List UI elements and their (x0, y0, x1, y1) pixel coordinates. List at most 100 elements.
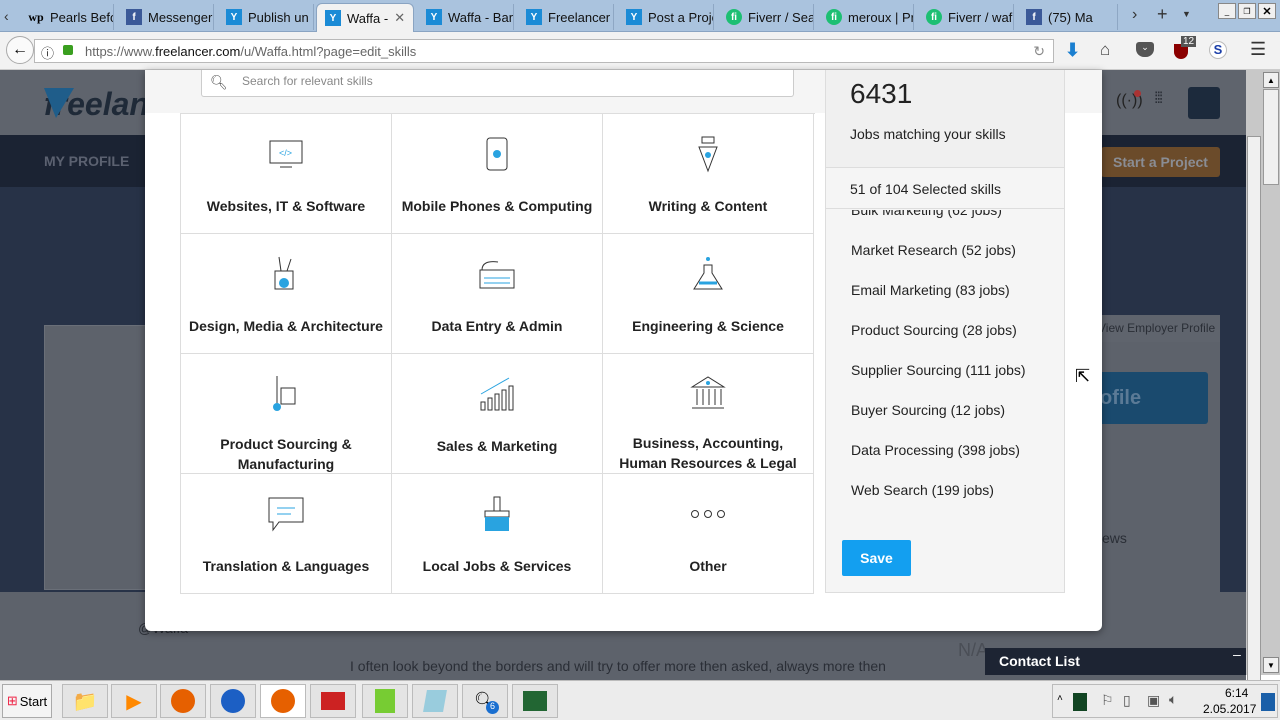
selected-skill-item[interactable]: Web Search (199 jobs) (851, 482, 994, 498)
browser-tab[interactable]: Y Post a Proje (618, 4, 714, 30)
category-tile[interactable]: Translation & Languages (181, 474, 392, 594)
freelancer-favicon-icon: Y (325, 10, 341, 26)
freelancer-favicon-icon: Y (226, 9, 242, 25)
selected-skill-item[interactable]: Email Marketing (83 jobs) (851, 282, 1010, 298)
selected-skill-item[interactable]: Market Research (52 jobs) (851, 242, 1016, 258)
tray-expand-icon[interactable]: ˄ (1057, 693, 1063, 704)
download-icon[interactable]: ⬇ (1065, 40, 1080, 61)
selected-skills-list[interactable]: Bulk Marketing (62 jobs) Market Research … (826, 210, 1064, 510)
page-scrollbar-thumb[interactable] (1247, 136, 1261, 702)
category-tile[interactable]: Mobile Phones & Computing (392, 114, 603, 234)
contact-list-bar[interactable]: Contact List – (985, 646, 1246, 675)
category-label: Other (689, 558, 727, 574)
volume-icon[interactable]: 🔈︎ (1169, 691, 1177, 708)
pocket-icon[interactable]: ⌄ (1136, 42, 1154, 57)
apps-grid-icon[interactable]: ⁞⁞⁞ (1154, 90, 1163, 108)
freelancer-favicon-icon: Y (626, 9, 642, 25)
taskbar-search-tool[interactable]: 🔍︎ 6 (462, 684, 508, 718)
browser-tab[interactable]: f (75) Ma (1018, 4, 1118, 30)
tab-list-button[interactable]: ▼ (1182, 9, 1191, 19)
info-icon[interactable]: ⓘ (41, 43, 54, 62)
user-avatar[interactable] (1188, 87, 1220, 119)
scroll-up-button[interactable]: ▲ (1263, 72, 1279, 88)
browser-tab[interactable]: Y Freelancer (518, 4, 614, 30)
close-tab-icon[interactable]: ✕ (394, 10, 405, 26)
view-employer-profile-button[interactable]: View Employer Profile (1090, 315, 1220, 342)
start-label: Start (19, 693, 48, 709)
browser-tab[interactable]: Y Publish un (218, 4, 314, 30)
home-icon[interactable]: ⌂ (1100, 40, 1110, 60)
taskbar-firefox[interactable] (160, 684, 206, 718)
f-favicon-icon: f (1026, 9, 1042, 25)
browser-tab[interactable]: Y Waffa - ✕ (316, 3, 414, 32)
close-window-button[interactable]: ✕ (1258, 3, 1276, 19)
tabs-scroll-left[interactable]: ‹ (4, 8, 9, 24)
scroll-down-button[interactable]: ▼ (1263, 657, 1279, 673)
category-tile[interactable]: Engineering & Science (603, 234, 814, 354)
outer-scrollbar-thumb[interactable] (1263, 89, 1279, 185)
browser-tab[interactable]: fi Fiverr / waf (918, 4, 1014, 30)
reload-icon[interactable]: ↻ (1033, 43, 1045, 60)
selected-skill-item[interactable]: Supplier Sourcing (111 jobs) (851, 362, 1026, 378)
category-tile[interactable]: Design, Media & Architecture (181, 234, 392, 354)
firefox-icon (271, 689, 295, 713)
taskbar-media-player[interactable]: ▶ (111, 684, 157, 718)
browser-tab[interactable]: f Messenger (118, 4, 214, 30)
category-tile[interactable]: Writing & Content (603, 114, 814, 234)
selected-skill-item[interactable]: Product Sourcing (28 jobs) (851, 322, 1017, 338)
edit-profile-button[interactable]: ofile (1090, 372, 1208, 424)
category-tile[interactable]: Product Sourcing & Manufacturing (181, 354, 392, 474)
show-desktop-button[interactable] (1261, 693, 1275, 711)
selected-skill-item[interactable]: Bulk Marketing (62 jobs) (851, 210, 1002, 218)
back-button[interactable]: ← (6, 36, 34, 64)
category-label: Sales & Marketing (436, 438, 558, 454)
start-project-button[interactable]: Start a Project (1101, 147, 1220, 177)
nav-my-profile[interactable]: MY PROFILE (44, 153, 129, 169)
speech-bubble-icon (267, 494, 305, 534)
clock-date[interactable]: 2.05.2017 (1203, 702, 1256, 716)
tabs-scroll-right[interactable]: › (1132, 6, 1137, 24)
category-tile[interactable]: Sales & Marketing (392, 354, 603, 474)
browser-tab[interactable]: fi Fiverr / Sea (718, 4, 814, 30)
browser-tab[interactable]: wp Pearls Befo (20, 4, 114, 30)
taskbar-notepad[interactable] (412, 684, 458, 718)
browser-tab[interactable]: fi meroux | Pr (818, 4, 914, 30)
taskbar-firefox-active[interactable] (260, 684, 306, 718)
globe-icon (221, 689, 245, 713)
category-tile[interactable]: Business, Accounting, Human Resources & … (603, 354, 814, 474)
category-tile[interactable]: Other (603, 474, 814, 594)
category-tile[interactable]: Data Entry & Admin (392, 234, 603, 354)
url-bar[interactable]: ⓘ https://www. freelancer.com/u/Waffa.htm… (34, 39, 1054, 63)
page-scrollbar[interactable] (1246, 70, 1262, 702)
start-button[interactable]: ⊞ Start (2, 684, 52, 718)
restore-button[interactable]: ❐ (1238, 3, 1256, 19)
url-prefix: https://www. (85, 43, 156, 59)
browser-tab[interactable]: Y Waffa - Bar (418, 4, 514, 30)
taskbar-monitor[interactable] (512, 684, 558, 718)
network-icon[interactable]: ▣ (1147, 692, 1160, 709)
bio-text: I often look beyond the borders and will… (350, 658, 886, 674)
category-tile[interactable]: Local Jobs & Services (392, 474, 603, 594)
taskbar-explorer[interactable]: 📁 (62, 684, 108, 718)
minimize-button[interactable]: _ (1218, 3, 1236, 19)
category-label: Data Entry & Admin (431, 318, 563, 334)
save-button[interactable]: Save (842, 540, 911, 576)
tray-app-icon[interactable] (1073, 693, 1087, 711)
clock-time[interactable]: 6:14 (1225, 686, 1248, 700)
menu-icon[interactable]: ☰ (1250, 39, 1266, 60)
new-tab-button[interactable]: + (1157, 4, 1168, 25)
skype-icon[interactable]: S (1209, 41, 1227, 59)
taskbar-toolbox[interactable] (310, 684, 356, 718)
selected-skill-item[interactable]: Data Processing (398 jobs) (851, 442, 1020, 458)
flag-icon[interactable]: ⚐ (1101, 692, 1114, 709)
usb-icon[interactable]: ▯ (1123, 692, 1131, 709)
jobs-label: Jobs matching your skills (850, 126, 1006, 142)
category-tile[interactable]: </> Websites, IT & Software (181, 114, 392, 234)
minimize-contacts-icon[interactable]: – (1233, 646, 1241, 662)
selected-skills-count: 51 of 104 Selected skills (850, 181, 1001, 197)
skill-search-input[interactable]: 🔍︎ Search for relevant skills (201, 70, 794, 97)
outer-scrollbar[interactable]: ▲ ▼ (1262, 70, 1280, 675)
selected-skill-item[interactable]: Buyer Sourcing (12 jobs) (851, 402, 1005, 418)
taskbar-browser-2[interactable] (210, 684, 256, 718)
taskbar-notepad-plus[interactable] (362, 684, 408, 718)
